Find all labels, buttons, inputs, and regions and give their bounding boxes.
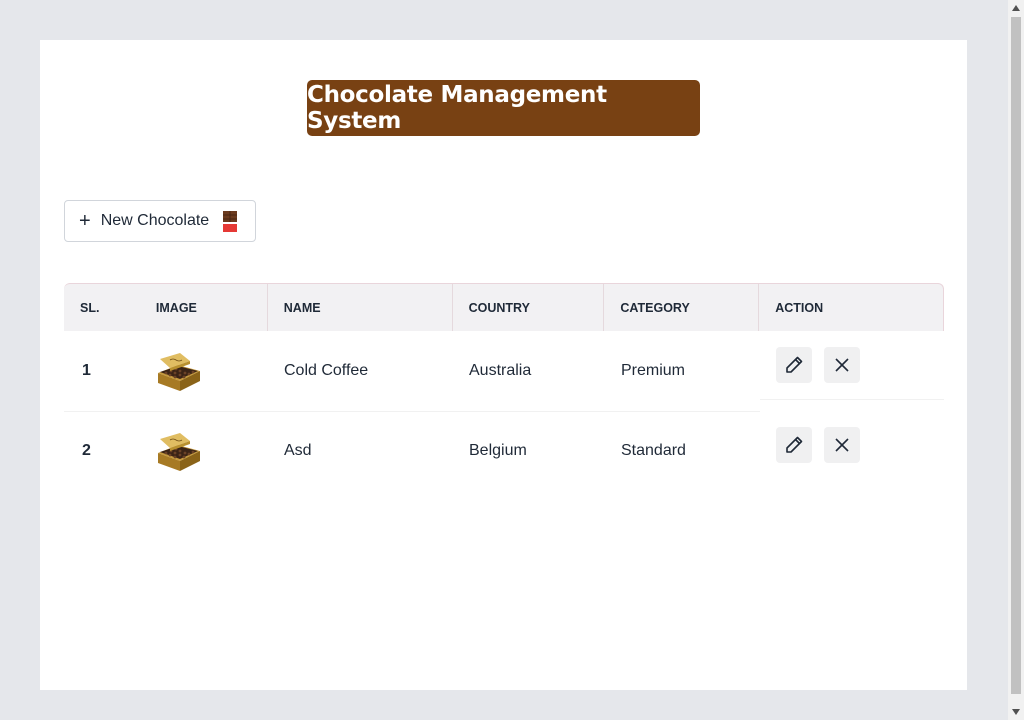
title-banner: Chocolate Management System: [307, 80, 700, 136]
table-row: 2 Asd Belgium Standard: [64, 411, 944, 491]
close-icon: [835, 438, 849, 452]
row-country: Australia: [469, 362, 532, 379]
chocolate-bar-icon: [223, 210, 238, 232]
table-row: 1 Cold Coffee Australia Premium: [64, 331, 944, 412]
pencil-icon: [786, 356, 803, 373]
main-card: Chocolate Management System + New Chocol…: [40, 40, 967, 690]
row-sl: 1: [82, 362, 91, 379]
delete-button[interactable]: [824, 427, 860, 463]
row-actions: [760, 411, 944, 491]
edit-button[interactable]: [776, 347, 812, 383]
edit-button[interactable]: [776, 427, 812, 463]
scroll-down-arrow-icon[interactable]: [1008, 704, 1024, 720]
scroll-up-arrow-icon[interactable]: [1008, 0, 1024, 16]
action-divider: [760, 399, 944, 400]
pencil-icon: [786, 436, 803, 453]
col-action: ACTION: [775, 300, 824, 315]
close-icon: [835, 358, 849, 372]
chocolate-box-image: [158, 433, 200, 471]
page-background: Chocolate Management System + New Chocol…: [0, 0, 1008, 720]
table-header: SL. IMAGE NAME COUNTRY CATEGORY ACTION: [64, 283, 944, 331]
row-category: Standard: [621, 442, 686, 459]
scrollbar-thumb[interactable]: [1011, 17, 1021, 694]
chocolate-box-image: [158, 353, 200, 391]
row-country: Belgium: [469, 442, 527, 459]
col-category: CATEGORY: [604, 284, 760, 331]
row-image-cell: [140, 411, 268, 491]
delete-button[interactable]: [824, 347, 860, 383]
row-name: Asd: [284, 442, 312, 459]
row-category: Premium: [621, 362, 686, 379]
page-title: Chocolate Management System: [307, 82, 607, 134]
col-image: IMAGE: [140, 284, 268, 331]
plus-icon: +: [79, 210, 91, 232]
row-image-cell: [140, 331, 268, 411]
vertical-scrollbar[interactable]: [1008, 0, 1024, 720]
row-name: Cold Coffee: [284, 362, 369, 379]
col-name: NAME: [268, 284, 453, 331]
chocolate-table: SL. IMAGE NAME COUNTRY CATEGORY ACTION 1: [64, 283, 944, 491]
new-chocolate-label: New Chocolate: [100, 212, 210, 229]
col-country: COUNTRY: [453, 284, 605, 331]
new-chocolate-button[interactable]: + New Chocolate: [64, 200, 256, 242]
col-sl: SL.: [80, 300, 100, 315]
row-sl: 2: [82, 442, 91, 459]
